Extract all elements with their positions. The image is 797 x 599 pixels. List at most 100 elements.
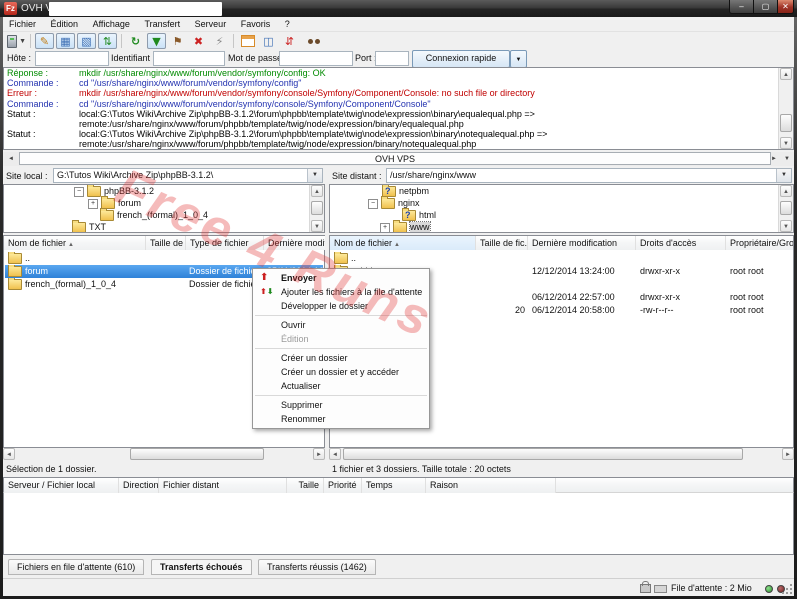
tab-list-dropdown-icon[interactable]: ▼ — [781, 153, 793, 165]
column-header-time[interactable]: Temps — [362, 478, 426, 493]
tree-item[interactable]: +www — [330, 221, 793, 233]
menu-item-supprimer[interactable]: Supprimer — [253, 398, 429, 412]
site-manager-icon[interactable]: ▼ — [7, 33, 26, 49]
disconnect-icon[interactable]: ✖ — [189, 33, 208, 49]
scroll-thumb[interactable] — [130, 448, 264, 460]
menu-item-creer-dossier-acceder[interactable]: Créer un dossier et y accéder — [253, 365, 429, 379]
user-input[interactable] — [153, 51, 225, 66]
toggle-queue-icon[interactable]: ⇅ — [98, 33, 117, 49]
column-header-priority[interactable]: Priorité — [324, 478, 362, 493]
server-tab-ovh-vps[interactable]: OVH VPS — [19, 152, 771, 165]
menu-edition[interactable]: Édition — [45, 17, 85, 29]
menu-item-creer-dossier[interactable]: Créer un dossier — [253, 351, 429, 365]
scroll-up-icon[interactable]: ▲ — [780, 185, 792, 197]
synchronized-browsing-icon[interactable]: ⇵ — [280, 33, 299, 49]
tab-successful-transfers[interactable]: Transferts réussis (1462) — [258, 559, 376, 575]
column-header-size[interactable]: Taille de fic... — [476, 236, 528, 251]
directory-comparison-icon[interactable]: ◫ — [259, 33, 278, 49]
scroll-thumb[interactable] — [780, 201, 792, 215]
toggle-local-tree-icon[interactable]: ▦ — [56, 33, 75, 49]
filter-icon[interactable] — [238, 33, 257, 49]
tab-scroll-left-icon[interactable]: ◄ — [5, 153, 17, 165]
column-header-size[interactable]: Taille — [287, 478, 324, 493]
expand-icon[interactable]: + — [88, 199, 98, 209]
menu-transfert[interactable]: Transfert — [138, 17, 186, 29]
menu-serveur[interactable]: Serveur — [189, 17, 233, 29]
resize-grip[interactable] — [783, 585, 792, 594]
menu-item-ouvrir[interactable]: Ouvrir — [253, 318, 429, 332]
password-input[interactable] — [279, 51, 353, 66]
log-scrollbar[interactable]: ▲ ▼ — [778, 68, 793, 149]
column-header-permissions[interactable]: Droits d'accès — [636, 236, 726, 251]
scroll-down-icon[interactable]: ▼ — [780, 220, 792, 232]
menu-item-actualiser[interactable]: Actualiser — [253, 379, 429, 393]
local-tree-scrollbar[interactable]: ▲ ▼ — [309, 185, 324, 232]
menu-item-developper-dossier[interactable]: Développer le dossier — [253, 299, 429, 313]
tree-item[interactable]: −phpBB-3.1.2 — [4, 185, 324, 197]
find-files-icon[interactable] — [301, 33, 320, 49]
column-header-name[interactable]: Nom de fichier▲ — [4, 236, 146, 251]
menu-favoris[interactable]: Favoris — [235, 17, 277, 29]
scroll-thumb[interactable] — [343, 448, 743, 460]
column-header-owner[interactable]: Propriétaire/Grou — [726, 236, 793, 251]
local-hscrollbar[interactable]: ◄ ► — [3, 448, 325, 460]
column-header-type[interactable]: Type de fichier — [186, 236, 264, 251]
column-header-remote-file[interactable]: Fichier distant — [159, 478, 287, 493]
tree-item[interactable]: ?netpbm — [330, 185, 793, 197]
column-header-modified[interactable]: Dernière modifica — [264, 236, 325, 251]
menu-fichier[interactable]: Fichier — [3, 17, 42, 29]
menu-help[interactable]: ? — [279, 17, 296, 29]
menu-affichage[interactable]: Affichage — [87, 17, 136, 29]
toggle-remote-tree-icon[interactable]: ▧ — [77, 33, 96, 49]
column-header-local-file[interactable]: Serveur / Fichier local — [4, 478, 119, 493]
tab-queued-files[interactable]: Fichiers en file d'attente (610) — [8, 559, 144, 575]
collapse-icon[interactable]: − — [74, 187, 84, 197]
chevron-down-icon[interactable]: ▼ — [307, 169, 322, 182]
column-header-modified[interactable]: Dernière modification — [528, 236, 636, 251]
remote-path-combo[interactable]: /usr/share/nginx/www ▼ — [386, 168, 792, 183]
expand-icon[interactable]: + — [380, 223, 390, 233]
scroll-down-icon[interactable]: ▼ — [311, 220, 323, 232]
quickconnect-button[interactable]: Connexion rapide — [412, 50, 510, 68]
scroll-thumb[interactable] — [780, 114, 792, 132]
scroll-left-icon[interactable]: ◄ — [3, 448, 15, 460]
cancel-icon[interactable]: ⚑ — [168, 33, 187, 49]
close-button[interactable]: ✕ — [777, 0, 794, 14]
scroll-thumb[interactable] — [311, 201, 323, 215]
maximize-button[interactable]: ▢ — [753, 0, 778, 14]
port-input[interactable] — [375, 51, 409, 66]
column-header-size[interactable]: Taille de f... — [146, 236, 186, 251]
remote-tree-scrollbar[interactable]: ▲ ▼ — [778, 185, 793, 232]
tree-item[interactable]: TXT — [4, 221, 324, 233]
scroll-up-icon[interactable]: ▲ — [311, 185, 323, 197]
host-input[interactable] — [35, 51, 109, 66]
tree-item[interactable]: french_(formal)_1_0_4 — [4, 209, 324, 221]
tab-scroll-right-icon[interactable]: ► — [768, 153, 780, 165]
scroll-up-icon[interactable]: ▲ — [780, 68, 792, 80]
menu-item-envoyer[interactable]: ⬆Envoyer — [253, 271, 429, 285]
menu-item-renommer[interactable]: Renommer — [253, 412, 429, 426]
scroll-right-icon[interactable]: ► — [313, 448, 325, 460]
reconnect-icon[interactable]: ⚡ — [210, 33, 229, 49]
column-header-reason[interactable]: Raison — [426, 478, 556, 493]
file-row[interactable]: .. — [331, 252, 792, 265]
scroll-left-icon[interactable]: ◄ — [329, 448, 341, 460]
remote-hscrollbar[interactable]: ◄ ► — [329, 448, 794, 460]
collapse-icon[interactable]: − — [368, 199, 378, 209]
tab-failed-transfers[interactable]: Transferts échoués — [151, 559, 252, 575]
minimize-button[interactable]: – — [729, 0, 754, 14]
toggle-message-log-icon[interactable]: ✎ — [35, 33, 54, 49]
scroll-right-icon[interactable]: ► — [782, 448, 794, 460]
chevron-down-icon[interactable]: ▼ — [776, 169, 791, 182]
column-header-name[interactable]: Nom de fichier▲ — [330, 236, 476, 251]
local-path-combo[interactable]: G:\Tutos Wiki\Archive Zip\phpBB-3.1.2\ ▼ — [53, 168, 323, 183]
tree-item[interactable]: −nginx — [330, 197, 793, 209]
refresh-icon[interactable]: ↻ — [126, 33, 145, 49]
file-row[interactable]: .. — [5, 252, 323, 265]
quickconnect-dropdown[interactable]: ▼ — [510, 50, 527, 68]
scroll-down-icon[interactable]: ▼ — [780, 137, 792, 149]
menu-item-ajouter-file-attente[interactable]: ⬆⬇Ajouter les fichiers à la file d'atten… — [253, 285, 429, 299]
tree-item[interactable]: +forum — [4, 197, 324, 209]
process-queue-icon[interactable]: ▼ — [147, 33, 166, 49]
column-header-direction[interactable]: Direction — [119, 478, 159, 493]
